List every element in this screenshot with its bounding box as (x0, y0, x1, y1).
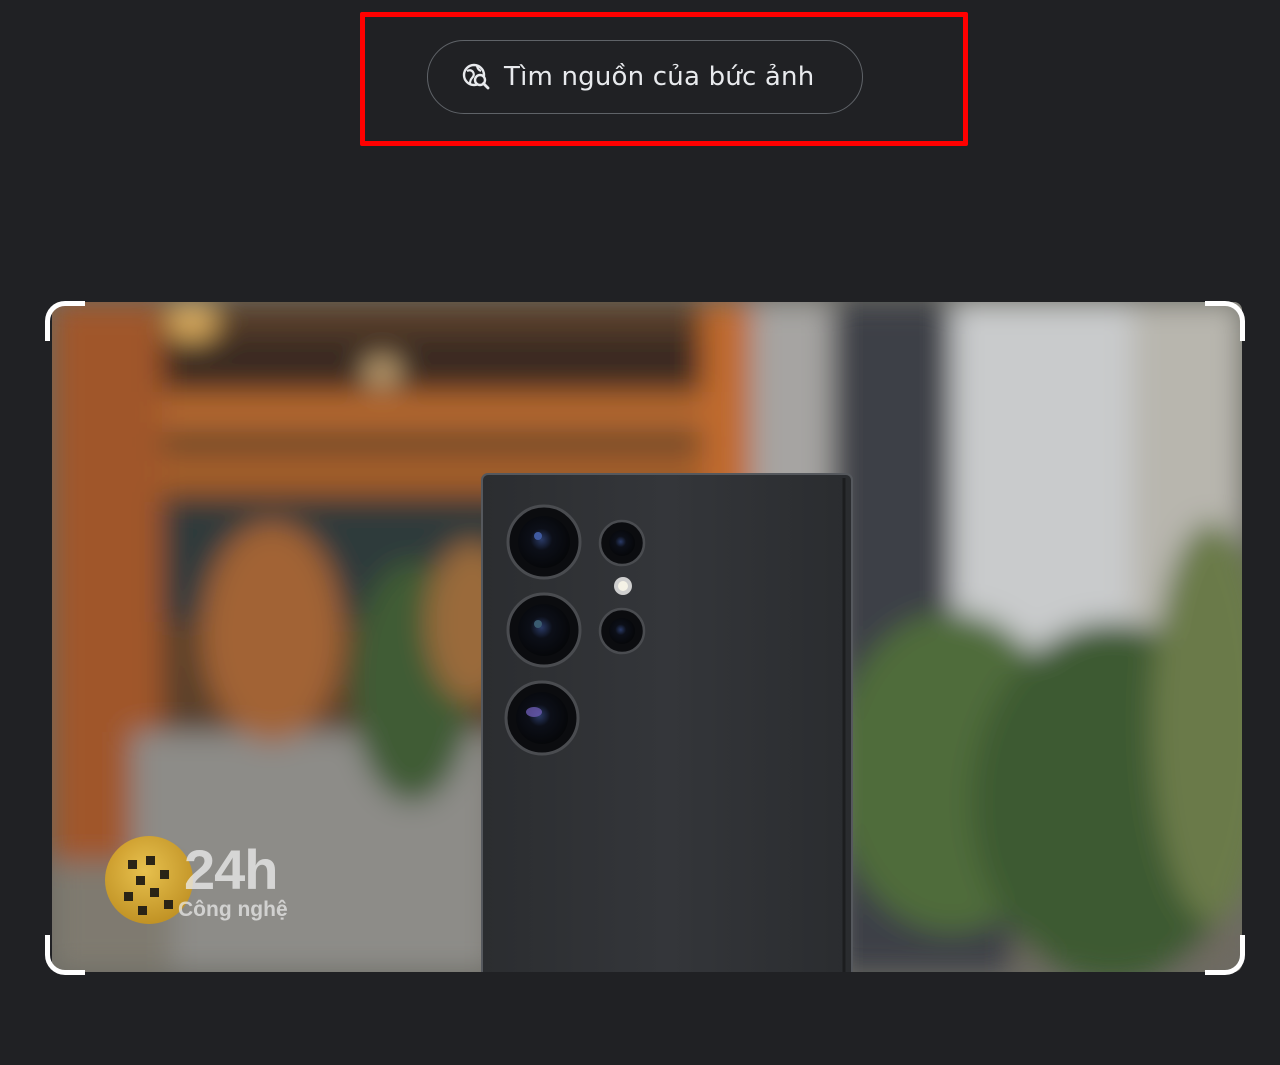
highlight-annotation (360, 12, 968, 146)
watermark: 24h Công nghệ (88, 836, 312, 932)
crop-handle-bottom-left[interactable] (45, 935, 85, 975)
watermark-subtitle: Công nghệ (178, 898, 288, 921)
watermark-number: 24h (184, 838, 278, 901)
selected-image[interactable]: 24h Công nghệ (52, 302, 1242, 972)
lens-screen: Tìm nguồn của bức ảnh 24h Công nghệ (0, 0, 1280, 1065)
crop-handle-bottom-right[interactable] (1205, 935, 1245, 975)
crop-handle-top-right[interactable] (1205, 301, 1245, 341)
crop-handle-top-left[interactable] (45, 301, 85, 341)
